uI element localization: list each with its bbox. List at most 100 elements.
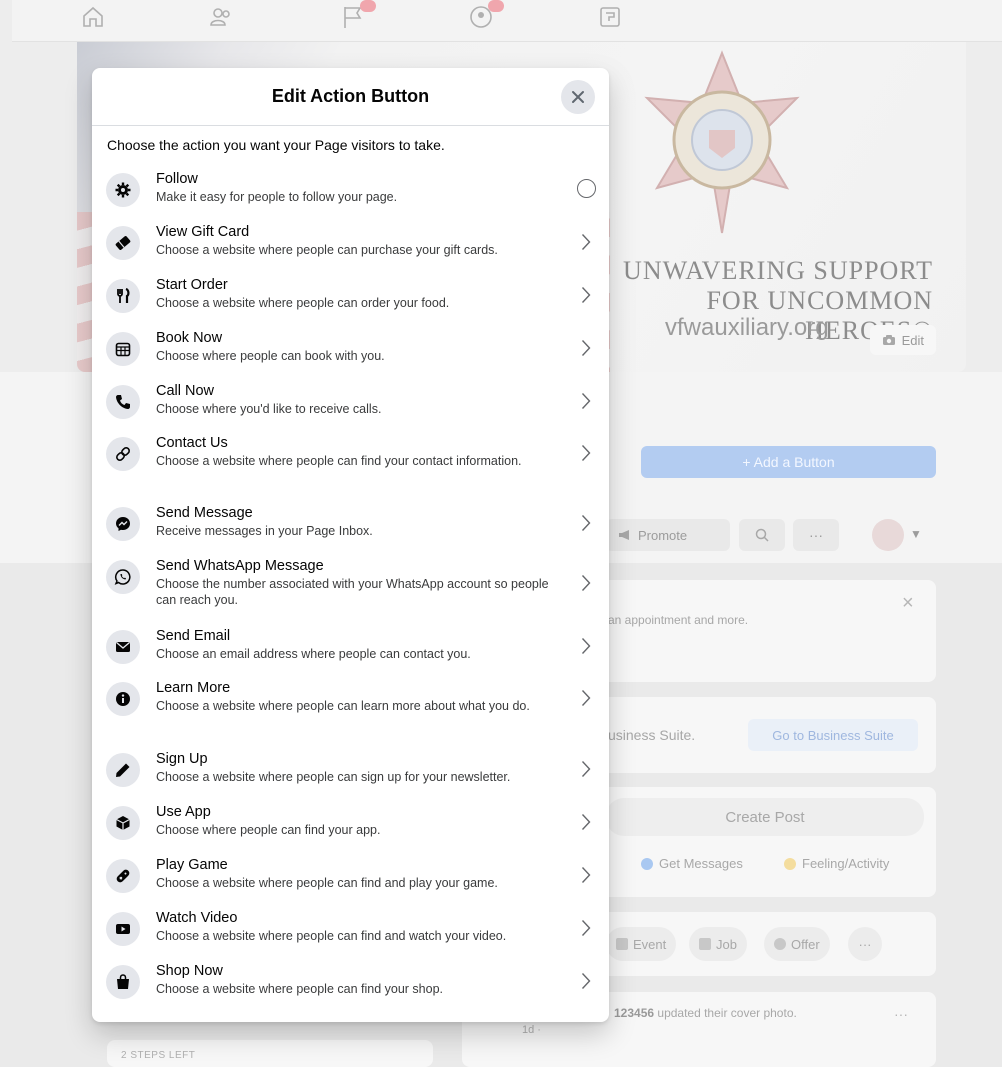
chevron-right-icon bbox=[581, 444, 591, 461]
option-title: Send WhatsApp Message bbox=[156, 558, 324, 574]
chevron-right-icon bbox=[581, 574, 591, 591]
option-book-now[interactable]: Book Now Choose where people can book wit… bbox=[106, 329, 601, 366]
option-follow[interactable]: Follow Make it easy for people to follow … bbox=[106, 170, 601, 207]
create-post-button[interactable]: Create Post bbox=[606, 798, 924, 836]
option-title: Call Now bbox=[156, 383, 215, 399]
link-icon bbox=[106, 437, 140, 471]
option-call-now[interactable]: Call Now Choose where you'd like to recei… bbox=[106, 382, 601, 419]
get-messages-button[interactable]: Get Messages bbox=[641, 856, 743, 871]
option-description: Receive messages in your Page Inbox. bbox=[156, 524, 373, 538]
edit-cover-label: Edit bbox=[901, 332, 924, 348]
option-description: Choose a website where people can find a… bbox=[156, 929, 507, 943]
feed-author[interactable]: 123456 bbox=[614, 1006, 654, 1020]
game-controller-icon bbox=[106, 859, 140, 893]
option-description: Choose a website where people can order … bbox=[156, 296, 450, 310]
follow-radio[interactable] bbox=[576, 179, 596, 198]
option-title: Learn More bbox=[156, 680, 231, 696]
cube-icon bbox=[106, 806, 140, 840]
option-description: Choose where people can book with you. bbox=[156, 349, 385, 363]
job-label: Job bbox=[716, 936, 737, 952]
cover-slogan-line1: UNWAVERING SUPPORT bbox=[623, 256, 933, 285]
option-title: Sign Up bbox=[156, 751, 208, 767]
offer-chip[interactable]: Offer bbox=[764, 927, 830, 961]
briefcase-icon bbox=[699, 938, 711, 950]
job-chip[interactable]: Job bbox=[689, 927, 747, 961]
play-icon bbox=[106, 912, 140, 946]
dialog-title: Edit Action Button bbox=[271, 86, 430, 106]
option-description: Make it easy for people to follow your p… bbox=[156, 190, 398, 204]
groups-nav-item[interactable] bbox=[468, 0, 504, 30]
chevron-down-icon[interactable]: ▼ bbox=[910, 527, 922, 541]
page-avatar[interactable] bbox=[872, 519, 904, 551]
chevron-right-icon bbox=[581, 233, 591, 250]
close-dialog-button[interactable] bbox=[561, 80, 595, 114]
option-watch-video[interactable]: Watch Video Choose a website where people… bbox=[106, 909, 601, 946]
friends-icon[interactable] bbox=[208, 4, 234, 30]
info-icon bbox=[106, 682, 140, 716]
option-sign-up[interactable]: Sign Up Choose a website where people can… bbox=[106, 750, 601, 787]
chevron-right-icon bbox=[581, 286, 591, 303]
notification-badge bbox=[488, 0, 504, 12]
option-send-message[interactable]: Send Message Receive messages in your Pag… bbox=[106, 504, 601, 541]
dialog-header: Edit Action Button bbox=[92, 68, 609, 126]
edit-cover-button[interactable]: Edit bbox=[869, 325, 936, 355]
megaphone-icon bbox=[619, 530, 629, 540]
whatsapp-icon bbox=[106, 560, 140, 594]
chevron-right-icon bbox=[581, 637, 591, 654]
option-use-app[interactable]: Use App Choose where people can find your… bbox=[106, 803, 601, 840]
more-options-button[interactable]: ··· bbox=[793, 519, 839, 551]
shopping-bag-icon bbox=[106, 965, 140, 999]
option-send-email[interactable]: Send Email Choose an email address where … bbox=[106, 627, 601, 664]
chevron-right-icon bbox=[581, 972, 591, 989]
cover-website: vfwauxiliary.org bbox=[665, 314, 829, 341]
option-view-gift-card[interactable]: View Gift Card Choose a website where peo… bbox=[106, 223, 601, 260]
vfw-auxiliary-emblem-icon bbox=[644, 50, 800, 234]
promote-button[interactable]: Promote bbox=[606, 519, 730, 551]
option-title: Book Now bbox=[156, 330, 223, 346]
more-post-types-button[interactable]: ··· bbox=[848, 927, 882, 961]
option-description: Choose a website where people can find y… bbox=[156, 454, 522, 468]
option-contact-us[interactable]: Contact Us Choose a website where people … bbox=[106, 434, 601, 471]
feeling-activity-label: Feeling/Activity bbox=[802, 856, 890, 871]
phone-icon bbox=[106, 385, 140, 419]
dialog-instruction: Choose the action you want your Page vis… bbox=[107, 137, 445, 153]
option-description: Choose an email address where people can… bbox=[156, 647, 471, 661]
setup-card-text: an appointment and more. bbox=[608, 613, 749, 627]
option-start-order[interactable]: Start Order Choose a website where people… bbox=[106, 276, 601, 313]
gaming-icon[interactable] bbox=[597, 4, 623, 30]
camera-icon bbox=[882, 335, 895, 345]
feed-action: updated their cover photo. bbox=[657, 1006, 797, 1020]
option-send-whatsapp-message[interactable]: Send WhatsApp Message Choose the number a… bbox=[106, 557, 601, 608]
option-learn-more[interactable]: Learn More Choose a website where people … bbox=[106, 679, 601, 716]
option-title: Contact Us bbox=[156, 435, 228, 451]
close-icon[interactable]: × bbox=[902, 592, 914, 615]
search-page-button[interactable] bbox=[739, 519, 785, 551]
option-description: Choose a website where people can purcha… bbox=[156, 243, 498, 257]
chevron-right-icon bbox=[581, 339, 591, 356]
calendar-icon bbox=[616, 938, 628, 950]
notification-badge bbox=[360, 0, 376, 12]
add-a-button[interactable]: + Add a Button bbox=[641, 446, 936, 478]
chevron-right-icon bbox=[581, 514, 591, 531]
option-title: Follow bbox=[156, 171, 198, 187]
feeling-activity-button[interactable]: Feeling/Activity bbox=[784, 856, 889, 871]
option-title: Start Order bbox=[156, 277, 228, 293]
go-to-business-suite-button[interactable]: Go to Business Suite bbox=[748, 719, 918, 751]
option-title: Play Game bbox=[156, 857, 228, 873]
option-title: Watch Video bbox=[156, 910, 238, 926]
steps-left-label: 2 STEPS LEFT bbox=[121, 1050, 196, 1061]
gear-icon bbox=[106, 173, 140, 207]
top-navigation bbox=[12, 0, 1002, 42]
messenger-icon bbox=[106, 507, 140, 541]
close-icon bbox=[572, 91, 584, 103]
calendar-icon bbox=[106, 332, 140, 366]
event-chip[interactable]: Event bbox=[606, 927, 677, 961]
home-icon[interactable] bbox=[80, 4, 106, 30]
pages-nav-item[interactable] bbox=[340, 0, 376, 30]
option-play-game[interactable]: Play Game Choose a website where people c… bbox=[106, 856, 601, 893]
utensils-icon bbox=[106, 279, 140, 313]
chevron-right-icon bbox=[581, 760, 591, 777]
offer-label: Offer bbox=[791, 936, 820, 952]
option-shop-now[interactable]: Shop Now Choose a website where people ca… bbox=[106, 962, 601, 999]
post-more-button[interactable]: ··· bbox=[894, 1006, 908, 1022]
